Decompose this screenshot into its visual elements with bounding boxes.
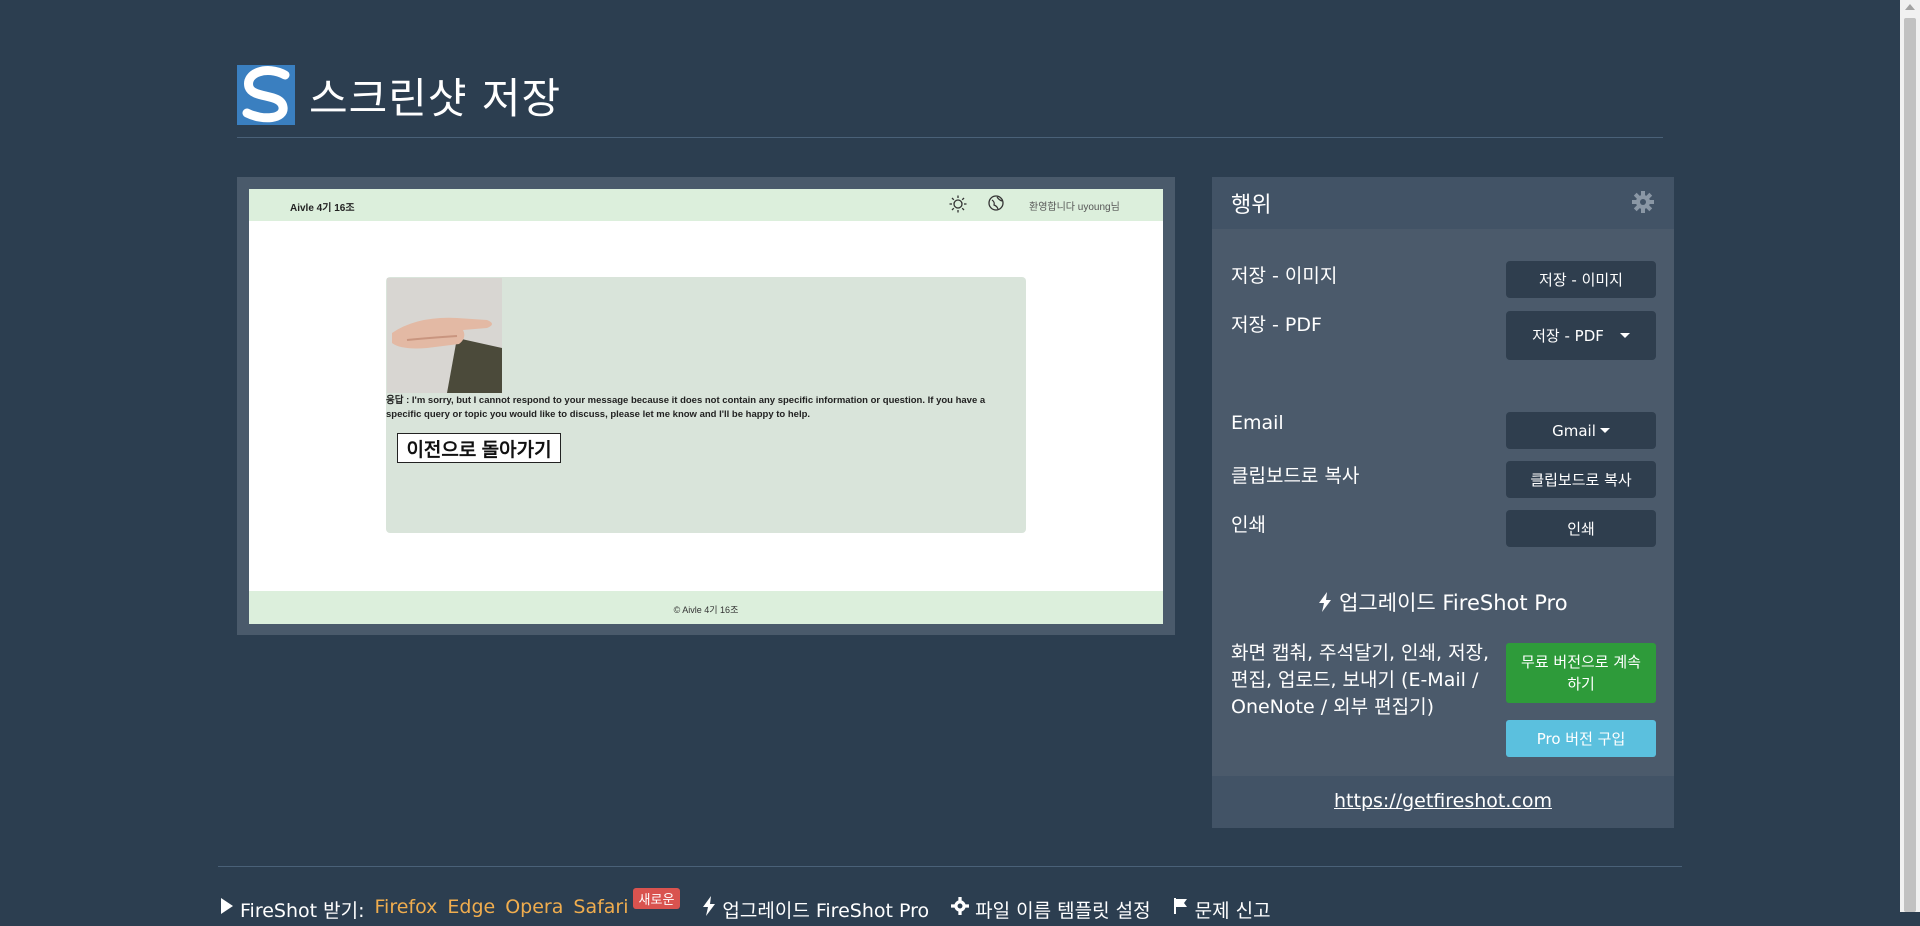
clipboard-label: 클립보드로 복사 [1231, 465, 1360, 487]
preview-header: Aivle 4기 16조 환영합니다 uyoung님 [249, 189, 1163, 221]
actions-panel: 행위 저장 - 이미지 저장 - 이미지 저장 - PDF 저장 - PDF E… [1212, 177, 1674, 828]
footer-divider [218, 866, 1682, 867]
header-divider [237, 137, 1663, 138]
save-image-button[interactable]: 저장 - 이미지 [1506, 261, 1656, 298]
website-link[interactable]: https://getfireshot.com [1212, 790, 1674, 812]
lightning-icon [1318, 591, 1339, 615]
filename-template-link[interactable]: 파일 이름 템플릿 설정 [975, 896, 1150, 923]
app-header: 스크린샷 저장 [237, 64, 561, 126]
gear-icon [951, 896, 970, 918]
get-fireshot-label: FireShot 받기: [240, 900, 365, 922]
preview-card: 응답 : I'm sorry, but I cannot respond to … [386, 277, 1026, 533]
copy-clipboard-button[interactable]: 클립보드로 복사 [1506, 461, 1656, 498]
buy-pro-button[interactable]: Pro 버전 구입 [1506, 720, 1656, 757]
globe-icon [988, 195, 1004, 211]
back-button: 이전으로 돌아가기 [397, 433, 561, 463]
save-pdf-label: 저장 - PDF [1231, 314, 1322, 336]
upgrade-heading: 업그레이드 FireShot Pro [1212, 587, 1674, 617]
opera-link[interactable]: Opera [505, 896, 563, 918]
preview-page: Aivle 4기 16조 환영합니다 uyoung님 응답 : I'm sorr… [249, 189, 1163, 624]
gear-icon[interactable] [1632, 191, 1654, 213]
screenshot-preview: Aivle 4기 16조 환영합니다 uyoung님 응답 : I'm sorr… [237, 177, 1175, 635]
page-title: 스크린샷 저장 [309, 73, 562, 123]
preview-answer: 응답 : I'm sorry, but I cannot respond to … [386, 395, 986, 420]
preview-welcome: 환영합니다 uyoung님 [1029, 202, 1120, 213]
hand-photo [387, 278, 502, 393]
print-label: 인쇄 [1231, 514, 1266, 536]
new-badge: 새로운 [632, 888, 681, 909]
panel-header: 행위 [1212, 177, 1674, 229]
panel-footer: https://getfireshot.com [1212, 776, 1674, 828]
upgrade-heading-text: 업그레이드 FireShot Pro [1339, 591, 1568, 615]
chevron-down-icon [1619, 333, 1630, 338]
panel-title: 행위 [1231, 193, 1272, 218]
fireshot-logo [237, 65, 295, 125]
sun-icon [949, 195, 967, 216]
vertical-scrollbar[interactable] [1900, 0, 1920, 912]
firefox-link[interactable]: Firefox [375, 896, 438, 918]
preview-brand: Aivle 4기 16조 [290, 203, 355, 214]
print-button[interactable]: 인쇄 [1506, 510, 1656, 547]
safari-link[interactable]: Safari [573, 896, 628, 918]
save-pdf-button-label: 저장 - PDF [1532, 327, 1604, 345]
gmail-button[interactable]: Gmail [1506, 412, 1656, 449]
upgrade-description: 화면 캡춰, 주석달기, 인쇄, 저장, 편집, 업로드, 보내기 (E-Mai… [1231, 642, 1490, 718]
upgrade-link[interactable]: 업그레이드 FireShot Pro [722, 896, 929, 923]
preview-footer: © Aivle 4기 16조 [249, 591, 1163, 624]
play-icon [220, 896, 234, 918]
scroll-thumb[interactable] [1904, 18, 1916, 912]
chevron-down-icon [1599, 428, 1610, 433]
scroll-up-icon[interactable] [1905, 4, 1915, 10]
gmail-button-label: Gmail [1552, 421, 1596, 440]
preview-copyright: © Aivle 4기 16조 [673, 605, 739, 615]
edge-link[interactable]: Edge [447, 896, 495, 918]
email-label: Email [1231, 412, 1284, 434]
continue-free-button[interactable]: 무료 버전으로 계속하기 [1506, 643, 1656, 703]
footer-bar: FireShot 받기: Firefox Edge Opera Safari 새… [220, 888, 1271, 926]
flag-icon [1173, 896, 1189, 918]
lightning-icon [702, 896, 716, 919]
save-pdf-button[interactable]: 저장 - PDF [1506, 311, 1656, 360]
report-issue-link[interactable]: 문제 신고 [1195, 896, 1271, 923]
save-image-label: 저장 - 이미지 [1231, 265, 1338, 287]
